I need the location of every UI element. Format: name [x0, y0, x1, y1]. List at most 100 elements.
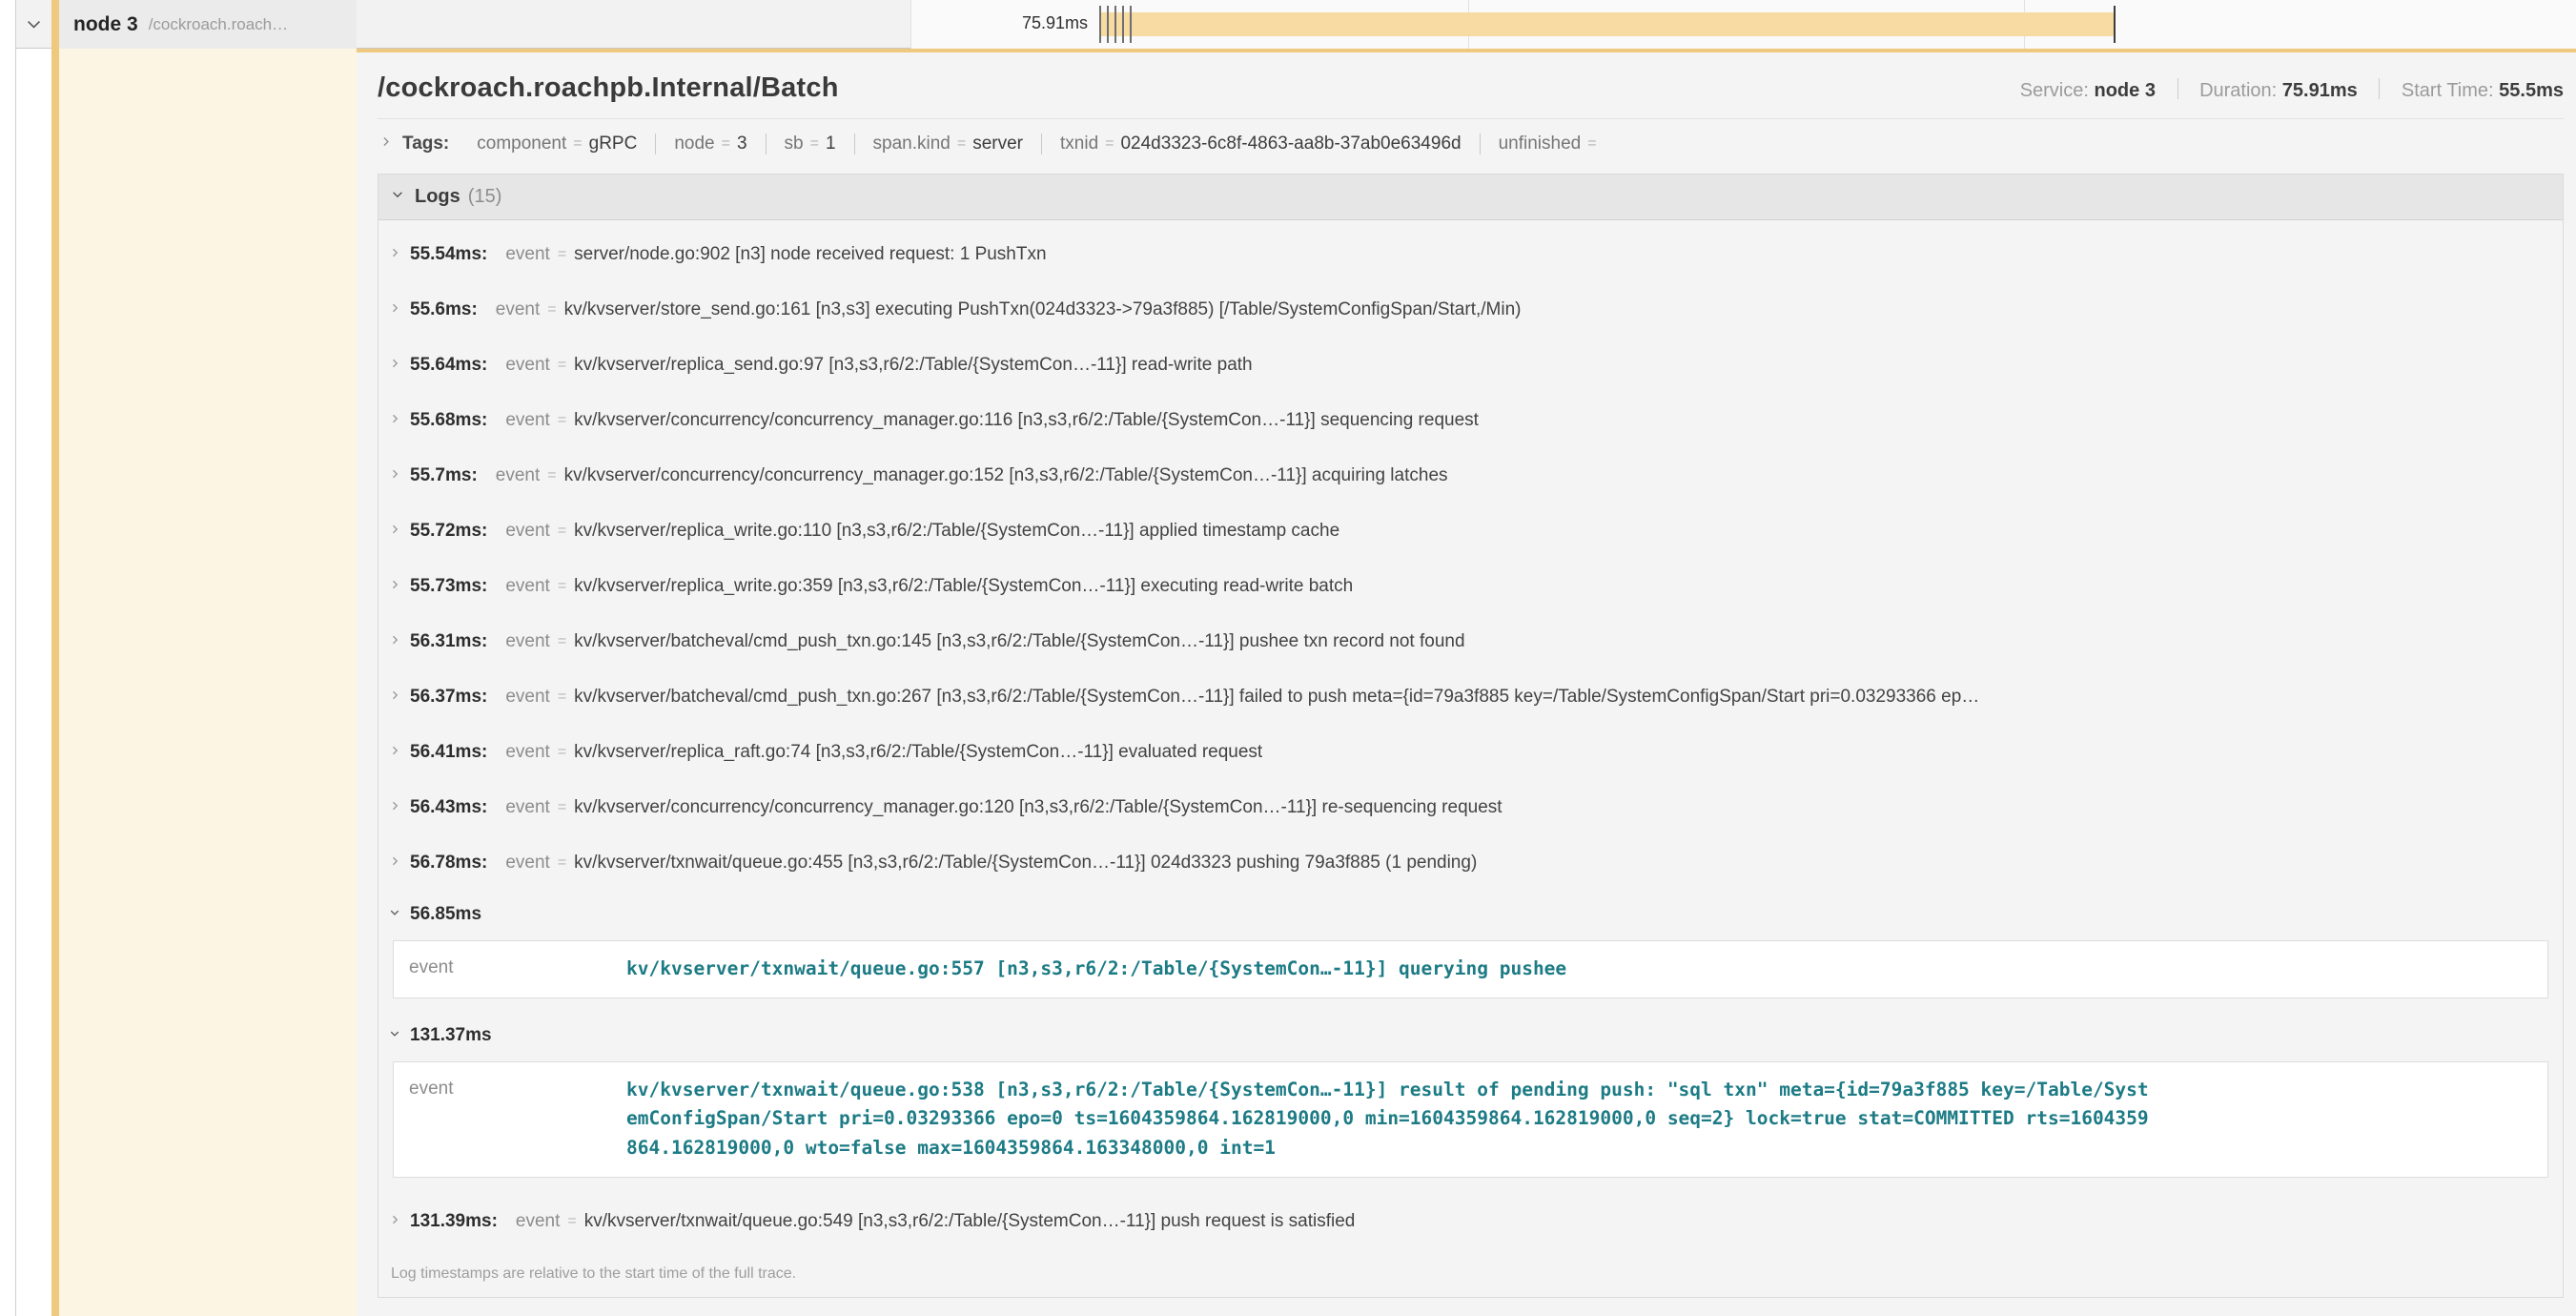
tag-value: 024d3323-6c8f-4863-aa8b-37ab0e63496d [1120, 134, 1461, 154]
log-field: event [505, 244, 549, 265]
timeline-gridline [910, 0, 911, 49]
tag-item: sb = 1 [766, 134, 854, 154]
log-row[interactable]: 56.37ms: event = kv/kvserver/batcheval/c… [378, 669, 2563, 725]
log-timestamp: 55.72ms: [410, 521, 487, 542]
chevron-down-icon[interactable] [25, 15, 43, 38]
tags-row[interactable]: Tags: component = gRPC node = 3 sb = 1 s… [378, 119, 2564, 167]
log-event-value: kv/kvserver/txnwait/queue.go:538 [n3,s3,… [626, 1076, 2150, 1162]
log-field: event [505, 355, 549, 376]
log-row[interactable]: 55.73ms: event = kv/kvserver/replica_wri… [378, 559, 2563, 614]
chevron-right-icon[interactable] [389, 467, 400, 484]
trace-span-detail-page: node 3 /cockroach.roach… 75.91ms /cockro… [0, 0, 2576, 1316]
tag-equals: = [810, 135, 819, 153]
chevron-right-icon[interactable] [389, 1213, 400, 1230]
log-message: kv/kvserver/concurrency/concurrency_mana… [574, 797, 2547, 818]
chevron-down-icon[interactable] [389, 1027, 400, 1044]
log-message: kv/kvserver/txnwait/queue.go:549 [n3,s3,… [584, 1211, 2547, 1232]
log-equals: = [567, 1213, 576, 1230]
log-message: kv/kvserver/replica_raft.go:74 [n3,s3,r6… [574, 742, 2547, 763]
log-row[interactable]: 56.31ms: event = kv/kvserver/batcheval/c… [378, 614, 2563, 669]
tag-item: component = gRPC [459, 134, 655, 154]
logs-section: Logs (15) 55.54ms: event = server/node.g… [378, 174, 2564, 1298]
log-timestamp: 56.43ms: [410, 797, 487, 818]
chevron-right-icon[interactable] [389, 689, 400, 706]
log-message: kv/kvserver/txnwait/queue.go:455 [n3,s3,… [574, 853, 2547, 874]
span-row[interactable]: node 3 /cockroach.roach… 75.91ms [0, 0, 2576, 49]
span-name-tab[interactable]: node 3 /cockroach.roach… [51, 0, 357, 49]
chevron-right-icon[interactable] [389, 357, 400, 374]
tag-item: unfinished = [1480, 134, 1622, 154]
log-message: kv/kvserver/replica_write.go:110 [n3,s3,… [574, 521, 2547, 542]
log-timestamp: 55.73ms: [410, 576, 487, 597]
logs-header[interactable]: Logs (15) [378, 175, 2563, 220]
log-field: event [505, 853, 549, 874]
log-row[interactable]: 56.41ms: event = kv/kvserver/replica_raf… [378, 725, 2563, 780]
log-row[interactable]: 55.72ms: event = kv/kvserver/replica_wri… [378, 504, 2563, 559]
log-row-expanded-header[interactable]: 56.85ms [378, 894, 2563, 936]
span-duration-bar[interactable] [1101, 12, 2116, 36]
selected-span-highlight-column [51, 49, 357, 1316]
span-operation-name: /cockroach.roach… [149, 15, 288, 34]
span-timeline[interactable]: 75.91ms [910, 0, 2576, 49]
tag-item: span.kind = server [854, 134, 1041, 154]
duration-value: 75.91ms [2282, 80, 2358, 101]
log-equals: = [547, 467, 556, 484]
log-equals: = [558, 744, 566, 761]
log-timestamp: 56.37ms: [410, 687, 487, 708]
tag-equals: = [1587, 135, 1596, 153]
log-row-expanded-header[interactable]: 131.37ms [378, 1015, 2563, 1057]
tag-equals: = [722, 135, 730, 153]
log-field: event [505, 410, 549, 431]
chevron-right-icon[interactable] [389, 412, 400, 429]
logs-count: (15) [468, 186, 502, 208]
log-timestamp: 131.37ms [410, 1025, 492, 1046]
span-operation-title: /cockroach.roachpb.Internal/Batch [378, 72, 839, 104]
tag-value: server [972, 134, 1023, 154]
log-timestamp: 56.31ms: [410, 631, 487, 652]
log-row[interactable]: 56.78ms: event = kv/kvserver/txnwait/que… [378, 835, 2563, 891]
chevron-right-icon[interactable] [389, 578, 400, 595]
log-timestamp: 56.78ms: [410, 853, 487, 874]
log-equals: = [558, 578, 566, 595]
log-marker-tick [1122, 6, 1124, 43]
chevron-right-icon[interactable] [389, 799, 400, 816]
chevron-down-icon[interactable] [391, 188, 404, 206]
chevron-right-icon[interactable] [389, 523, 400, 540]
log-marker-tick [1130, 6, 1132, 43]
log-row[interactable]: 55.54ms: event = server/node.go:902 [n3]… [378, 227, 2563, 282]
tags-label: Tags: [402, 134, 449, 154]
log-row[interactable]: 55.64ms: event = kv/kvserver/replica_sen… [378, 338, 2563, 393]
chevron-right-icon[interactable] [389, 301, 400, 319]
log-row[interactable]: 55.68ms: event = kv/kvserver/concurrency… [378, 393, 2563, 448]
start-time-value: 55.5ms [2499, 80, 2564, 101]
tag-value: 1 [826, 134, 836, 154]
tag-item: txnid = 024d3323-6c8f-4863-aa8b-37ab0e63… [1041, 134, 1480, 154]
log-equals: = [547, 301, 556, 319]
log-field: event [505, 687, 549, 708]
log-message: kv/kvserver/concurrency/concurrency_mana… [574, 410, 2547, 431]
log-field: event [505, 631, 549, 652]
chevron-right-icon[interactable] [389, 633, 400, 650]
overview-separator [2177, 78, 2178, 99]
tag-key: txnid [1060, 134, 1098, 154]
log-field: event [505, 797, 549, 818]
chevron-right-icon[interactable] [389, 854, 400, 872]
log-message: kv/kvserver/replica_write.go:359 [n3,s3,… [574, 576, 2547, 597]
log-equals: = [558, 799, 566, 816]
log-row[interactable]: 55.7ms: event = kv/kvserver/concurrency/… [378, 448, 2563, 504]
log-field: event [505, 742, 549, 763]
log-row[interactable]: 56.43ms: event = kv/kvserver/concurrency… [378, 780, 2563, 835]
tag-equals: = [957, 135, 966, 153]
start-time-label: Start Time: [2402, 80, 2494, 101]
log-timestamp: 56.41ms: [410, 742, 487, 763]
chevron-right-icon[interactable] [379, 135, 392, 153]
log-timestamp: 55.54ms: [410, 244, 487, 265]
chevron-right-icon[interactable] [389, 246, 400, 263]
log-row[interactable]: 55.6ms: event = kv/kvserver/store_send.g… [378, 282, 2563, 338]
log-row[interactable]: 131.39ms: event = kv/kvserver/txnwait/qu… [378, 1194, 2563, 1249]
tag-equals: = [1105, 135, 1114, 153]
chevron-down-icon[interactable] [389, 906, 400, 923]
log-field: event [516, 1211, 560, 1232]
chevron-right-icon[interactable] [389, 744, 400, 761]
column-divider [15, 0, 16, 1316]
